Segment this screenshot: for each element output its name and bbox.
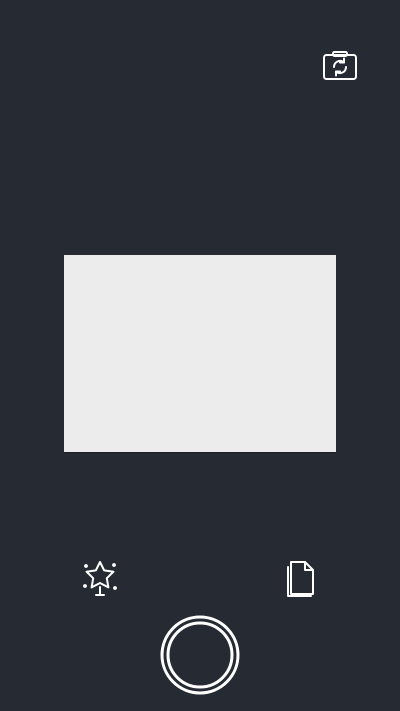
camera-switch-icon — [322, 50, 358, 82]
camera-preview — [64, 255, 336, 452]
star-sparkle-icon — [80, 558, 120, 598]
camera-screen — [0, 0, 400, 711]
effects-button[interactable] — [76, 555, 124, 601]
flip-camera-button[interactable] — [319, 47, 361, 85]
document-mode-button[interactable] — [278, 556, 324, 602]
document-icon — [283, 559, 319, 599]
shutter-button[interactable] — [159, 614, 241, 696]
shutter-icon — [159, 614, 241, 696]
